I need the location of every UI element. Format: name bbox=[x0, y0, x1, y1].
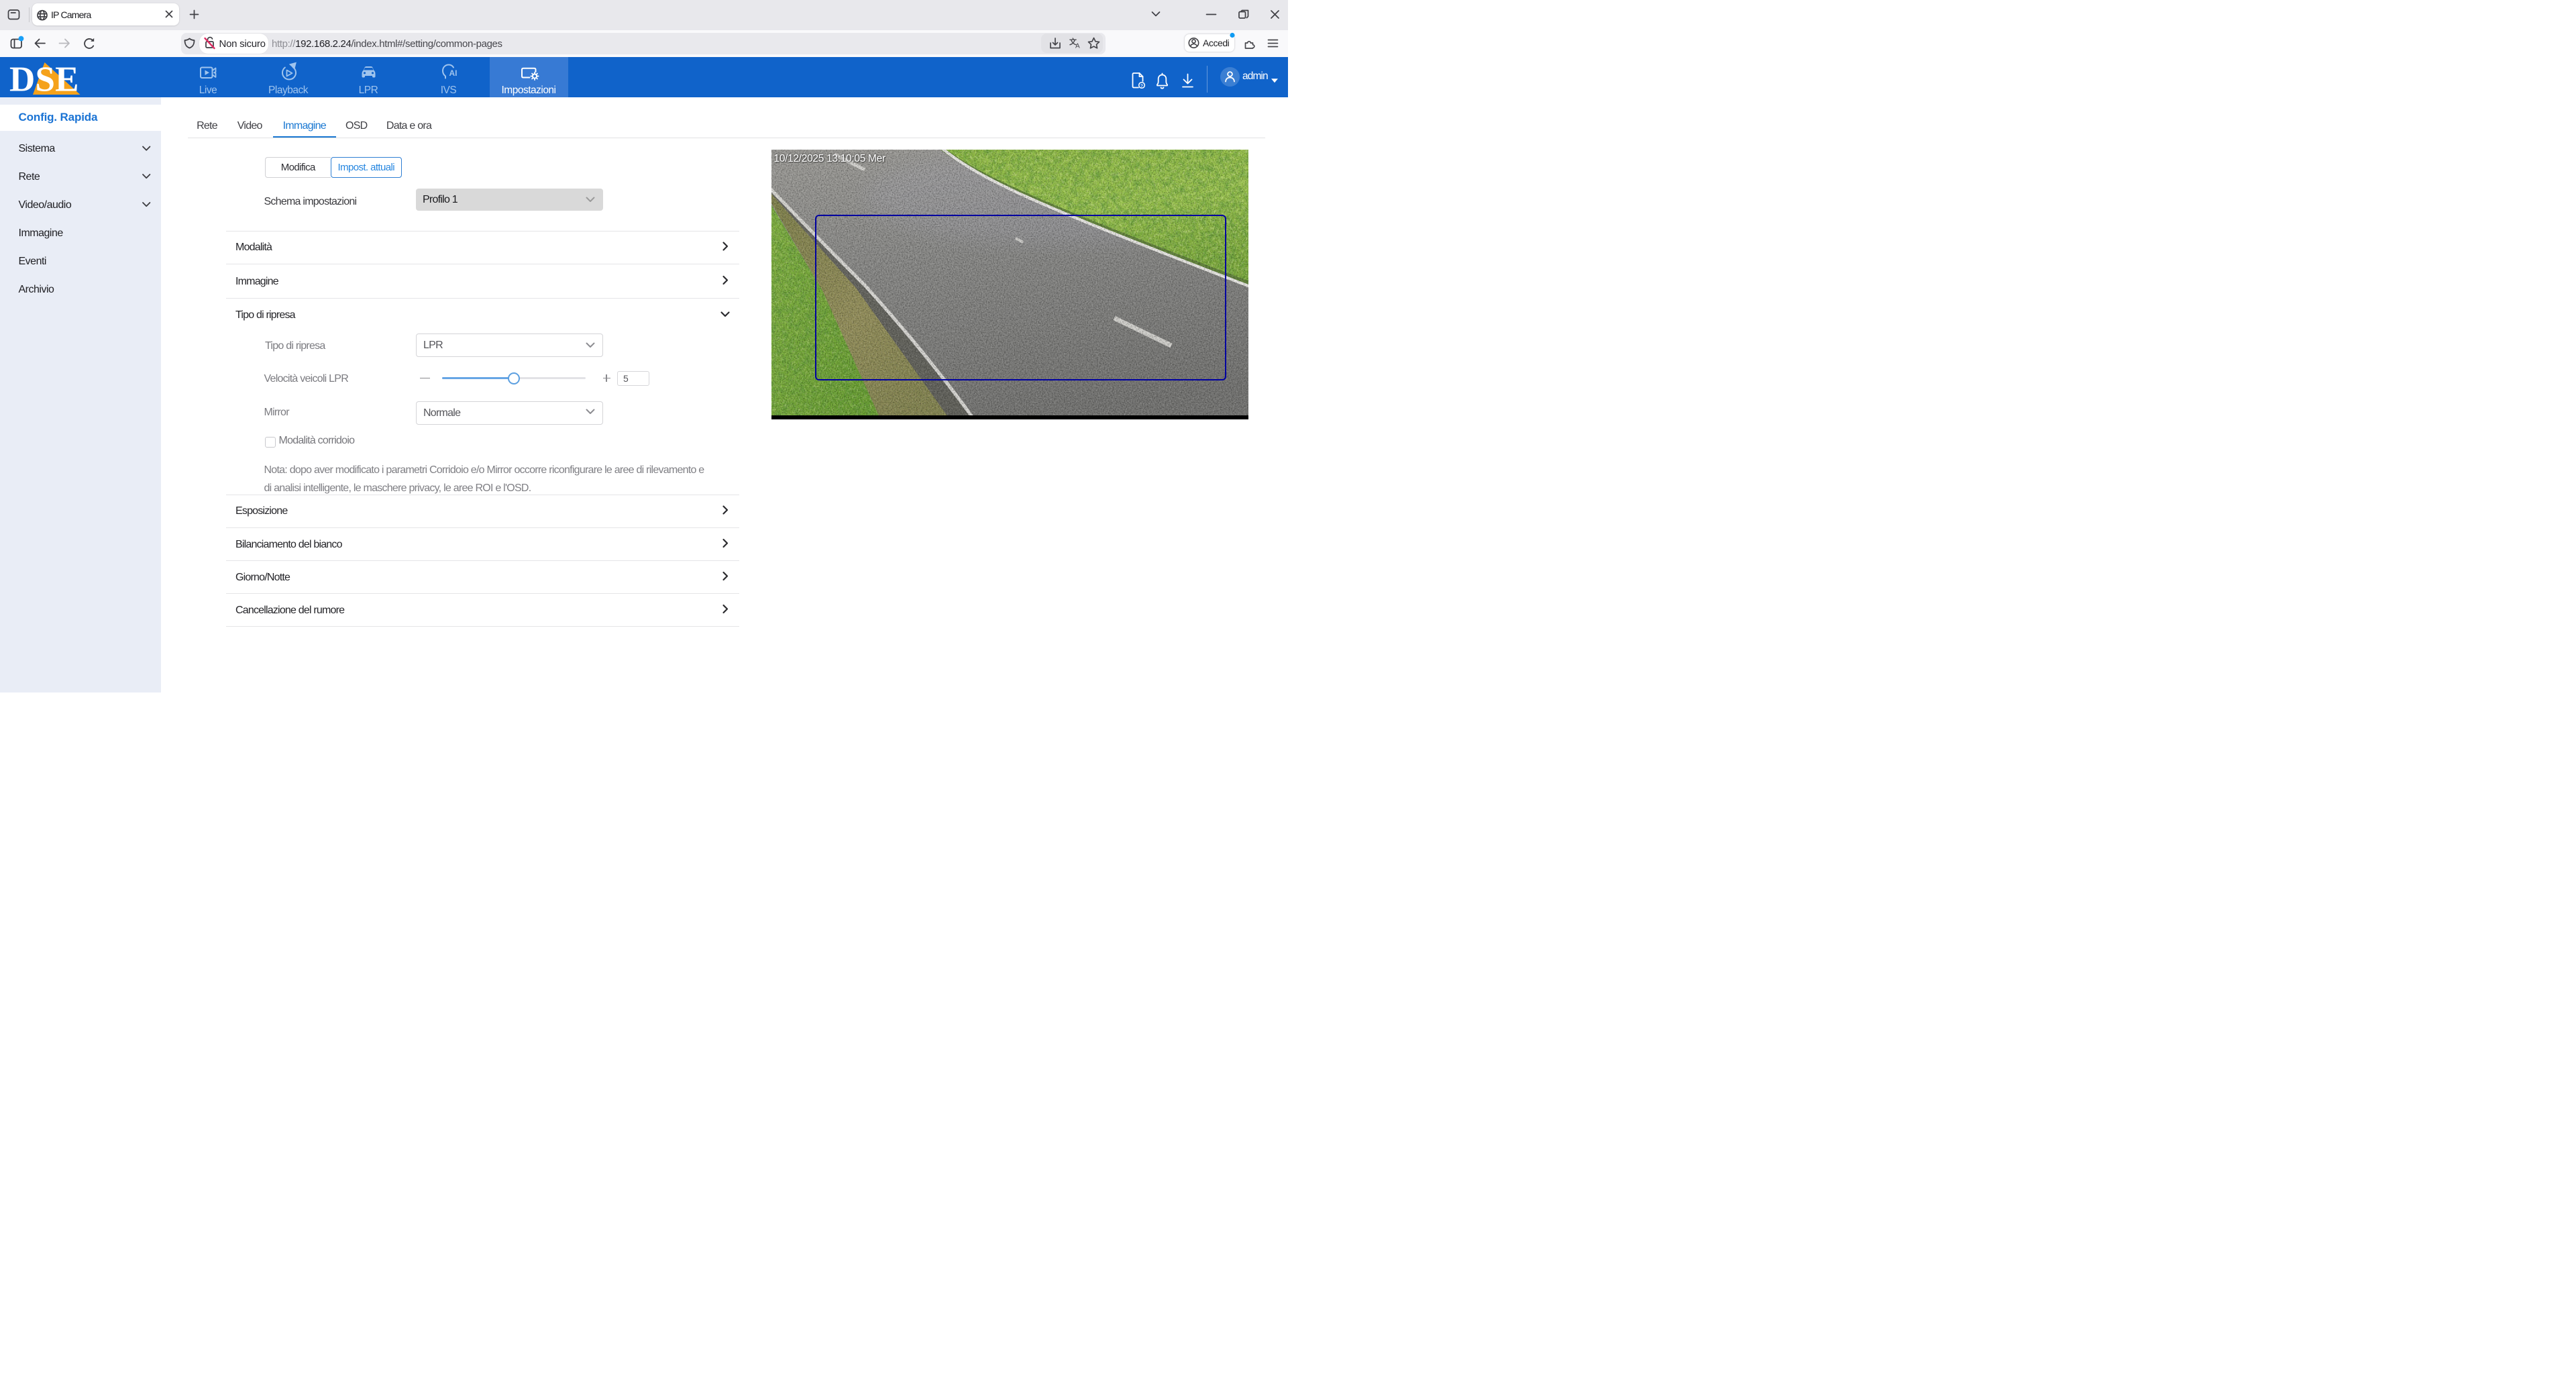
svg-text:DSE: DSE bbox=[9, 60, 79, 97]
